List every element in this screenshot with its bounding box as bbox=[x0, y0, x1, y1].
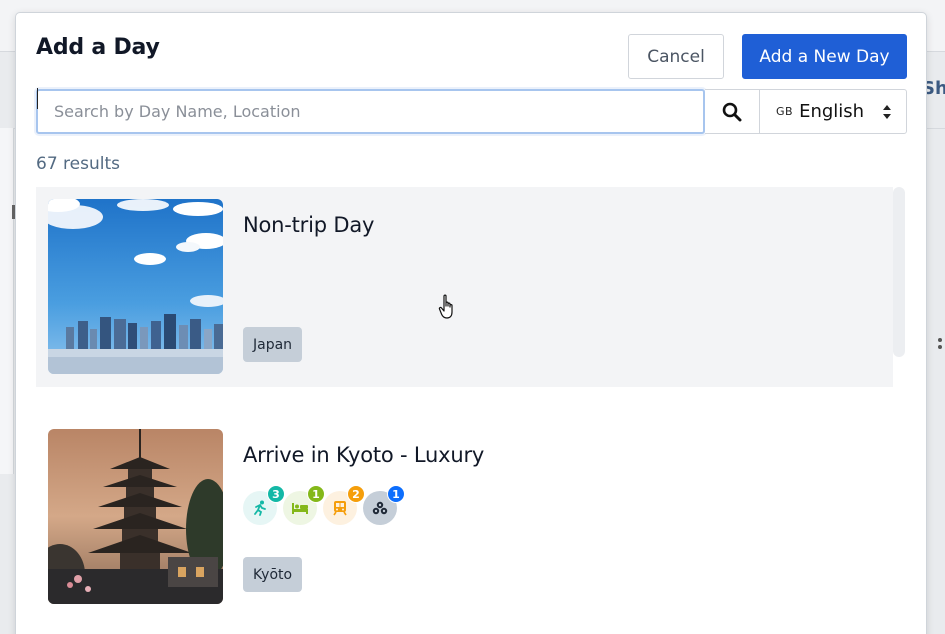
location-tag: Kyōto bbox=[243, 557, 303, 592]
day-title: Arrive in Kyoto - Luxury bbox=[243, 443, 485, 467]
day-card[interactable]: Non-trip Day Japan bbox=[36, 187, 893, 387]
add-day-modal: Add a Day Cancel Add a New Day GB Englis… bbox=[15, 12, 927, 634]
hotel-count: 1 bbox=[307, 485, 325, 503]
results-count: 67 results bbox=[36, 154, 120, 174]
train-icon bbox=[333, 501, 347, 516]
day-thumbnail-kyoto bbox=[48, 429, 223, 604]
language-flag: GB bbox=[776, 105, 794, 118]
activity-icon bbox=[254, 500, 266, 516]
day-title: Non-trip Day bbox=[243, 213, 375, 237]
train-badge: 2 bbox=[323, 485, 365, 525]
cancel-button[interactable]: Cancel bbox=[628, 34, 724, 79]
search-input[interactable] bbox=[36, 89, 705, 134]
hotel-icon bbox=[292, 503, 308, 514]
search-icon bbox=[722, 102, 742, 121]
modal-title: Add a Day bbox=[36, 35, 160, 60]
day-thumbnail-tokyo bbox=[48, 199, 223, 374]
select-arrows-icon bbox=[883, 105, 891, 119]
search-button[interactable] bbox=[705, 89, 760, 134]
language-label: English bbox=[799, 101, 865, 122]
hotel-badge: 1 bbox=[283, 485, 325, 525]
hand-cursor-icon bbox=[438, 294, 453, 319]
misc-icon bbox=[372, 501, 388, 515]
misc-badge: 1 bbox=[363, 485, 405, 525]
background-drag-handle-icon[interactable] bbox=[938, 338, 945, 354]
misc-count: 1 bbox=[387, 485, 405, 503]
background-left-panel bbox=[0, 128, 14, 474]
day-card[interactable]: Arrive in Kyoto - Luxury 3 1 2 1 Kyōto bbox=[36, 417, 893, 617]
location-tag: Japan bbox=[243, 327, 303, 362]
list-scrollbar[interactable] bbox=[893, 187, 905, 357]
component-badges: 3 1 2 1 bbox=[243, 485, 405, 527]
language-select[interactable]: GB English bbox=[759, 89, 907, 134]
train-count: 2 bbox=[347, 485, 365, 503]
activity-badge: 3 bbox=[243, 485, 285, 525]
activity-count: 3 bbox=[267, 485, 285, 503]
add-new-day-button[interactable]: Add a New Day bbox=[742, 34, 907, 79]
text-caret bbox=[37, 88, 38, 109]
